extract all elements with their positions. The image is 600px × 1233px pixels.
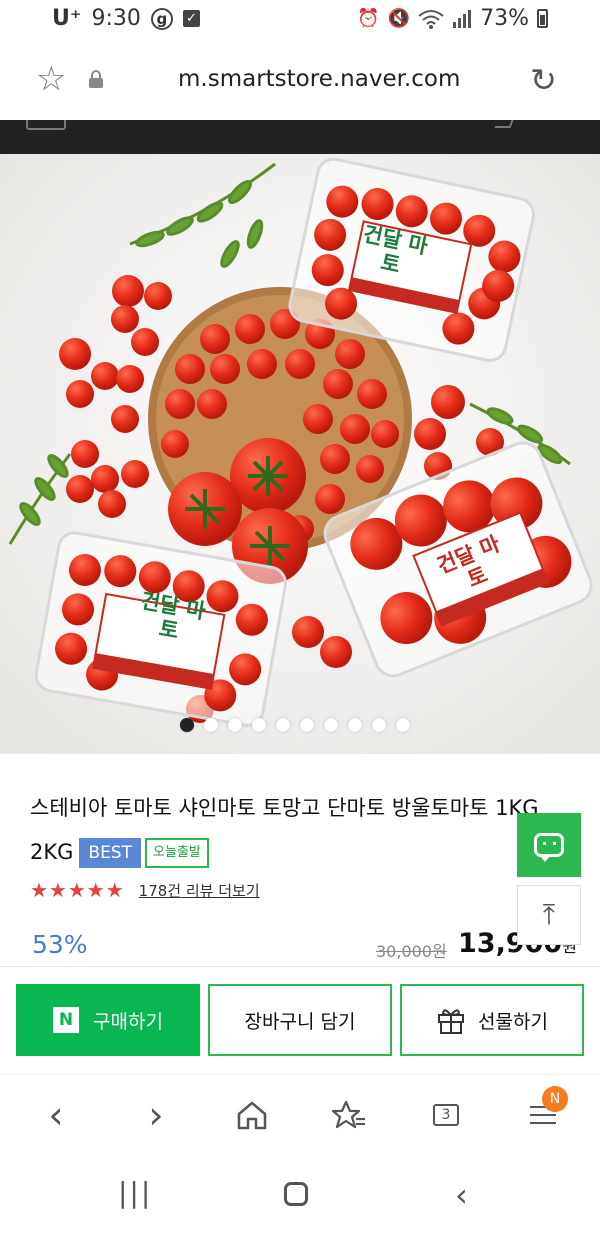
site-menu-icon[interactable] [26,120,66,130]
scroll-to-top-button[interactable]: ⤒ [517,885,581,945]
buy-button-label: 구매하기 [93,1010,163,1033]
carousel-dot[interactable] [228,718,242,732]
gift-button[interactable]: 선물하기 [400,984,584,1056]
site-search-icon[interactable] [494,120,514,128]
carousel-dot[interactable] [324,718,338,732]
product-photo [0,154,600,754]
url-text[interactable]: m.smartstore.naver.com [178,66,460,92]
original-price: 30,000원 [376,942,447,961]
product-title: 스테비아 토마토 샤인마토 토망고 단마토 방울토마토 1KG 2KG BEST 오… [30,786,570,874]
arrow-up-icon: ⤒ [542,898,556,931]
product-image-carousel[interactable]: 건달 마토 건달 마토 건달 마토 [0,154,600,754]
carousel-dot[interactable] [204,718,218,732]
signal-icon [453,9,472,28]
talktalk-chat-button[interactable] [517,813,581,877]
alarm-icon: ⏰ [357,8,380,29]
add-to-cart-button[interactable]: 장바구니 담기 [208,984,392,1056]
rating-stars-icon: ★★★★★ [30,878,125,902]
browser-back-button[interactable]: ‹ [36,1093,76,1137]
bookmark-list-icon [332,1100,365,1129]
battery-icon [537,9,548,28]
task-check-icon: ✓ [182,10,200,27]
system-navigation-bar: ||| ‹ [0,1154,600,1233]
wifi-icon [418,9,444,29]
bookmarks-button[interactable] [329,1095,369,1135]
same-day-shipping-badge: 오늘출발 [145,838,209,868]
discount-rate: 53% [32,930,88,959]
status-bar: U⁺ 9:30 g ✓ ⏰ 🔇 73% [0,0,600,44]
recent-apps-button[interactable]: ||| [118,1176,152,1209]
naver-n-icon: N [53,1007,80,1033]
chevron-left-icon: ‹ [48,1093,64,1137]
carousel-dot[interactable] [300,718,314,732]
reload-icon[interactable]: ↻ [530,64,557,96]
purchase-action-bar: N 구매하기 장바구니 담기 선물하기 [0,966,600,1075]
carousel-dot[interactable] [252,718,266,732]
tabs-count-icon: 3 [433,1104,459,1126]
chat-bubble-icon [534,833,564,862]
bookmark-star-icon[interactable]: ☆ [36,62,66,96]
notification-g-icon: g [150,7,173,30]
carrier-label: U⁺ [52,6,82,31]
system-back-button[interactable]: ‹ [455,1176,468,1214]
browser-home-button[interactable] [232,1095,272,1135]
add-to-cart-label: 장바구니 담기 [244,1010,356,1033]
lock-icon [89,70,103,88]
mute-icon: 🔇 [387,8,411,29]
gift-button-label: 선물하기 [478,1010,548,1033]
carousel-dot[interactable] [396,718,410,732]
carousel-dot[interactable] [348,718,362,732]
best-badge: BEST [79,838,141,868]
carousel-dot[interactable] [372,718,386,732]
clock: 9:30 [91,6,141,31]
carousel-dot[interactable] [180,718,194,732]
browser-toolbar: ‹ › 3 [0,1074,600,1155]
battery-percent: 73% [480,6,529,31]
system-home-button[interactable] [284,1182,308,1206]
address-bar: ☆ m.smartstore.naver.com ↻ [0,44,600,120]
home-icon [237,1101,267,1130]
rating-row: ★★★★★ 178건 리뷰 더보기 [30,878,260,902]
tabs-button[interactable]: 3 [426,1095,466,1135]
carousel-dot[interactable] [276,718,290,732]
browser-forward-button[interactable]: › [136,1093,176,1137]
menu-new-badge: N [542,1086,568,1112]
carousel-pagination [180,718,410,732]
chevron-right-icon: › [148,1093,164,1137]
review-link[interactable]: 178건 리뷰 더보기 [139,880,260,901]
buy-button[interactable]: N 구매하기 [16,984,200,1056]
site-header [0,120,600,154]
gift-icon [438,1009,465,1034]
